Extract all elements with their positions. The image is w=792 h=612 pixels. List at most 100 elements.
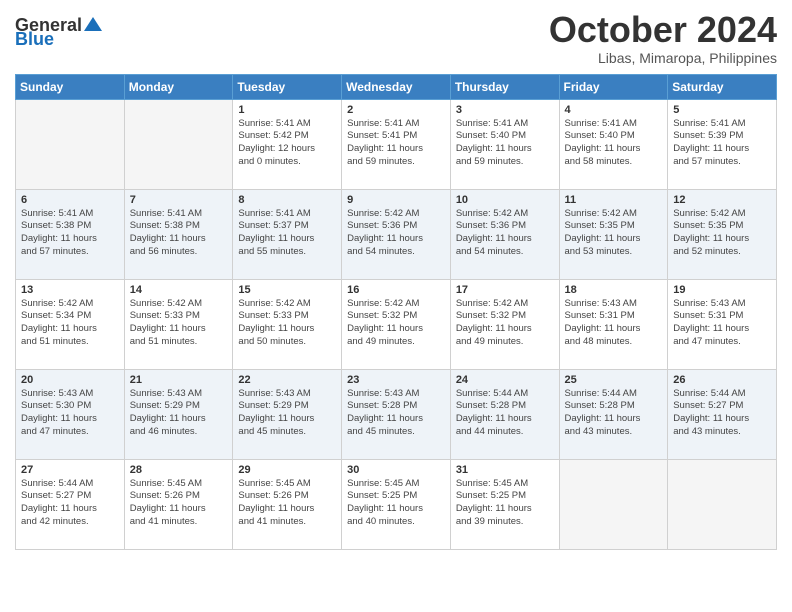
day-number: 1 <box>238 104 336 116</box>
location: Libas, Mimaropa, Philippines <box>549 50 777 66</box>
calendar-cell: 10 Sunrise: 5:42 AM Sunset: 5:36 PM Dayli… <box>450 189 559 279</box>
calendar-cell: 16 Sunrise: 5:42 AM Sunset: 5:32 PM Dayli… <box>342 279 451 369</box>
calendar-cell: 15 Sunrise: 5:42 AM Sunset: 5:33 PM Dayli… <box>233 279 342 369</box>
calendar-cell: 19 Sunrise: 5:43 AM Sunset: 5:31 PM Dayli… <box>668 279 777 369</box>
calendar-cell: 25 Sunrise: 5:44 AM Sunset: 5:28 PM Dayli… <box>559 369 668 459</box>
day-info: Sunrise: 5:41 AM Sunset: 5:40 PM Dayligh… <box>565 118 663 169</box>
logo: General Blue <box>15 16 102 48</box>
weekday-header: Monday <box>124 74 233 99</box>
day-info: Sunrise: 5:43 AM Sunset: 5:31 PM Dayligh… <box>565 298 663 349</box>
page-header: General Blue October 2024 Libas, Mimarop… <box>15 10 777 66</box>
day-number: 20 <box>21 374 119 386</box>
weekday-header: Thursday <box>450 74 559 99</box>
day-number: 22 <box>238 374 336 386</box>
day-info: Sunrise: 5:41 AM Sunset: 5:42 PM Dayligh… <box>238 118 336 169</box>
calendar-cell: 28 Sunrise: 5:45 AM Sunset: 5:26 PM Dayli… <box>124 459 233 549</box>
weekday-header: Sunday <box>16 74 125 99</box>
day-info: Sunrise: 5:41 AM Sunset: 5:38 PM Dayligh… <box>130 208 228 259</box>
day-info: Sunrise: 5:43 AM Sunset: 5:29 PM Dayligh… <box>238 388 336 439</box>
day-info: Sunrise: 5:42 AM Sunset: 5:33 PM Dayligh… <box>238 298 336 349</box>
day-info: Sunrise: 5:42 AM Sunset: 5:36 PM Dayligh… <box>456 208 554 259</box>
calendar-cell: 21Sunrise: 5:43 AM Sunset: 5:29 PM Dayli… <box>124 369 233 459</box>
day-number: 26 <box>673 374 771 386</box>
day-info: Sunrise: 5:45 AM Sunset: 5:25 PM Dayligh… <box>456 478 554 529</box>
calendar-cell: 8 Sunrise: 5:41 AM Sunset: 5:37 PM Daylig… <box>233 189 342 279</box>
calendar-cell: 22 Sunrise: 5:43 AM Sunset: 5:29 PM Dayli… <box>233 369 342 459</box>
day-info: Sunrise: 5:44 AM Sunset: 5:27 PM Dayligh… <box>21 478 119 529</box>
day-info: Sunrise: 5:43 AM Sunset: 5:31 PM Dayligh… <box>673 298 771 349</box>
day-number: 25 <box>565 374 663 386</box>
calendar-cell: 26 Sunrise: 5:44 AM Sunset: 5:27 PM Dayli… <box>668 369 777 459</box>
calendar-cell <box>559 459 668 549</box>
calendar-cell: 13Sunrise: 5:42 AM Sunset: 5:34 PM Dayli… <box>16 279 125 369</box>
logo-blue: Blue <box>15 30 54 48</box>
calendar-cell: 31 Sunrise: 5:45 AM Sunset: 5:25 PM Dayli… <box>450 459 559 549</box>
day-info: Sunrise: 5:44 AM Sunset: 5:28 PM Dayligh… <box>456 388 554 439</box>
title-area: October 2024 Libas, Mimaropa, Philippine… <box>549 10 777 66</box>
day-number: 21 <box>130 374 228 386</box>
calendar-cell: 4 Sunrise: 5:41 AM Sunset: 5:40 PM Daylig… <box>559 99 668 189</box>
day-number: 10 <box>456 194 554 206</box>
calendar-cell: 6Sunrise: 5:41 AM Sunset: 5:38 PM Daylig… <box>16 189 125 279</box>
calendar-cell: 27 Sunrise: 5:44 AM Sunset: 5:27 PM Dayli… <box>16 459 125 549</box>
calendar-cell: 18 Sunrise: 5:43 AM Sunset: 5:31 PM Dayli… <box>559 279 668 369</box>
day-info: Sunrise: 5:41 AM Sunset: 5:39 PM Dayligh… <box>673 118 771 169</box>
day-number: 29 <box>238 464 336 476</box>
day-number: 19 <box>673 284 771 296</box>
day-info: Sunrise: 5:44 AM Sunset: 5:27 PM Dayligh… <box>673 388 771 439</box>
calendar-cell: 2 Sunrise: 5:41 AM Sunset: 5:41 PM Daylig… <box>342 99 451 189</box>
day-number: 11 <box>565 194 663 206</box>
day-info: Sunrise: 5:42 AM Sunset: 5:34 PM Dayligh… <box>21 298 119 349</box>
weekday-header: Saturday <box>668 74 777 99</box>
day-info: Sunrise: 5:45 AM Sunset: 5:25 PM Dayligh… <box>347 478 445 529</box>
day-info: Sunrise: 5:43 AM Sunset: 5:30 PM Dayligh… <box>21 388 119 439</box>
day-number: 24 <box>456 374 554 386</box>
day-info: Sunrise: 5:42 AM Sunset: 5:32 PM Dayligh… <box>347 298 445 349</box>
calendar-cell <box>668 459 777 549</box>
calendar-cell: 5 Sunrise: 5:41 AM Sunset: 5:39 PM Daylig… <box>668 99 777 189</box>
day-info: Sunrise: 5:42 AM Sunset: 5:35 PM Dayligh… <box>565 208 663 259</box>
day-number: 16 <box>347 284 445 296</box>
day-number: 28 <box>130 464 228 476</box>
calendar-week-row: 20 Sunrise: 5:43 AM Sunset: 5:30 PM Dayli… <box>16 369 777 459</box>
day-info: Sunrise: 5:45 AM Sunset: 5:26 PM Dayligh… <box>130 478 228 529</box>
day-number: 18 <box>565 284 663 296</box>
calendar-cell <box>124 99 233 189</box>
calendar-cell: 17Sunrise: 5:42 AM Sunset: 5:32 PM Dayli… <box>450 279 559 369</box>
day-number: 15 <box>238 284 336 296</box>
weekday-header: Friday <box>559 74 668 99</box>
day-number: 2 <box>347 104 445 116</box>
calendar-cell: 12 Sunrise: 5:42 AM Sunset: 5:35 PM Dayli… <box>668 189 777 279</box>
calendar-week-row: 1 Sunrise: 5:41 AM Sunset: 5:42 PM Daylig… <box>16 99 777 189</box>
calendar-cell: 11 Sunrise: 5:42 AM Sunset: 5:35 PM Dayli… <box>559 189 668 279</box>
logo-triangle-icon <box>84 15 102 33</box>
day-info: Sunrise: 5:42 AM Sunset: 5:35 PM Dayligh… <box>673 208 771 259</box>
day-info: Sunrise: 5:42 AM Sunset: 5:36 PM Dayligh… <box>347 208 445 259</box>
calendar-cell: 23Sunrise: 5:43 AM Sunset: 5:28 PM Dayli… <box>342 369 451 459</box>
day-info: Sunrise: 5:41 AM Sunset: 5:37 PM Dayligh… <box>238 208 336 259</box>
day-number: 27 <box>21 464 119 476</box>
calendar-cell: 3Sunrise: 5:41 AM Sunset: 5:40 PM Daylig… <box>450 99 559 189</box>
calendar-cell: 1 Sunrise: 5:41 AM Sunset: 5:42 PM Daylig… <box>233 99 342 189</box>
calendar-cell: 29 Sunrise: 5:45 AM Sunset: 5:26 PM Dayli… <box>233 459 342 549</box>
day-number: 12 <box>673 194 771 206</box>
day-number: 7 <box>130 194 228 206</box>
day-number: 9 <box>347 194 445 206</box>
calendar-table: SundayMondayTuesdayWednesdayThursdayFrid… <box>15 74 777 550</box>
calendar-week-row: 13Sunrise: 5:42 AM Sunset: 5:34 PM Dayli… <box>16 279 777 369</box>
calendar-cell: 14Sunrise: 5:42 AM Sunset: 5:33 PM Dayli… <box>124 279 233 369</box>
month-title: October 2024 <box>549 10 777 50</box>
day-number: 14 <box>130 284 228 296</box>
day-number: 5 <box>673 104 771 116</box>
calendar-week-row: 27 Sunrise: 5:44 AM Sunset: 5:27 PM Dayli… <box>16 459 777 549</box>
day-info: Sunrise: 5:41 AM Sunset: 5:41 PM Dayligh… <box>347 118 445 169</box>
day-number: 3 <box>456 104 554 116</box>
day-info: Sunrise: 5:44 AM Sunset: 5:28 PM Dayligh… <box>565 388 663 439</box>
day-number: 8 <box>238 194 336 206</box>
weekday-header: Wednesday <box>342 74 451 99</box>
calendar-cell: 7 Sunrise: 5:41 AM Sunset: 5:38 PM Daylig… <box>124 189 233 279</box>
day-number: 4 <box>565 104 663 116</box>
day-number: 31 <box>456 464 554 476</box>
day-info: Sunrise: 5:45 AM Sunset: 5:26 PM Dayligh… <box>238 478 336 529</box>
day-info: Sunrise: 5:42 AM Sunset: 5:32 PM Dayligh… <box>456 298 554 349</box>
